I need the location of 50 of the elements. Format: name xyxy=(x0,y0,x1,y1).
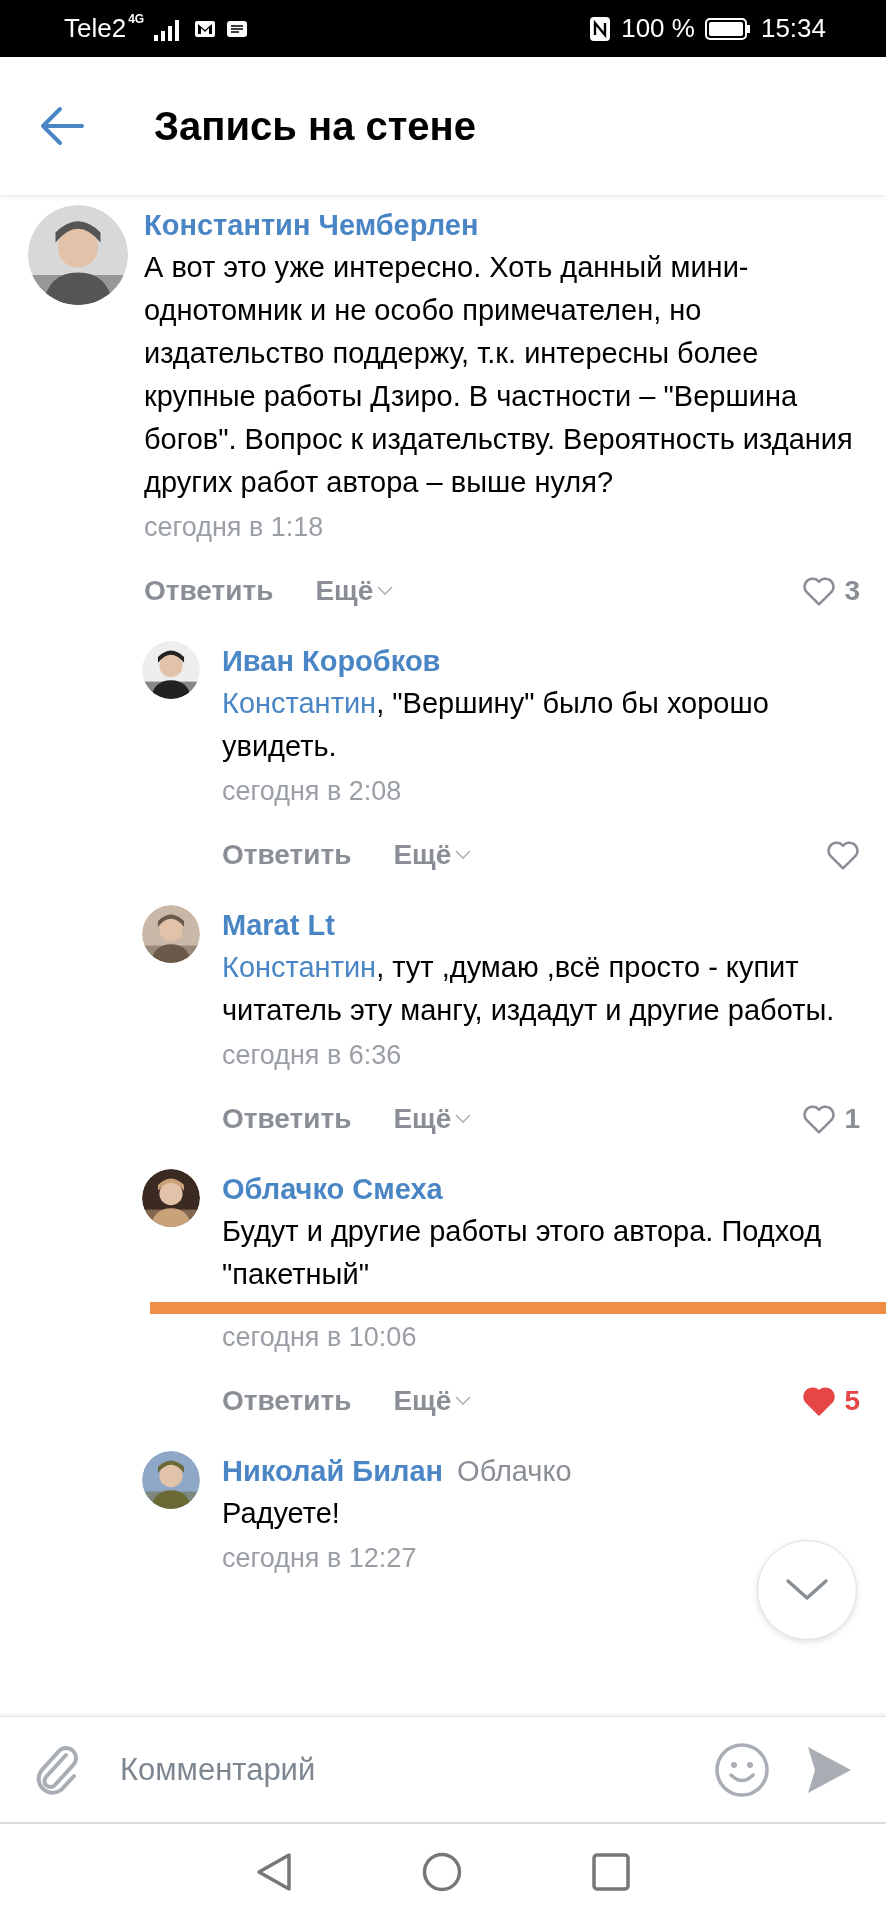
nfc-icon xyxy=(589,15,612,42)
battery-percent: 100 % xyxy=(621,13,695,44)
comment-time: сегодня в 6:36 xyxy=(222,1040,403,1071)
more-button[interactable]: Ещё xyxy=(393,1103,472,1135)
battery-icon xyxy=(704,17,751,40)
more-button[interactable]: Ещё xyxy=(315,575,394,607)
like-count: 3 xyxy=(844,575,860,607)
chevron-down-icon xyxy=(785,1578,829,1602)
mention-link[interactable]: Константин xyxy=(222,951,377,983)
reply-button[interactable]: Ответить xyxy=(222,1385,352,1417)
like-count: 1 xyxy=(844,1103,860,1135)
more-button[interactable]: Ещё xyxy=(393,1385,472,1417)
home-icon[interactable] xyxy=(422,1852,462,1892)
message-icon xyxy=(226,19,249,38)
reply-button[interactable]: Ответить xyxy=(222,839,352,871)
reply-to-name[interactable]: Облачко xyxy=(457,1455,572,1488)
more-button[interactable]: Ещё xyxy=(393,839,472,871)
comment-text: Константин, тут ,думаю ,всё просто - купит читатель эту мангу, издадут и другие работы. xyxy=(222,950,836,1028)
author-name[interactable]: Константин Чемберлен xyxy=(144,209,479,242)
comment-text: Будут и другие работы этого автора. Подход "пакетный" xyxy=(222,1214,823,1292)
mention-link[interactable]: Константин xyxy=(222,687,377,719)
comment-time: сегодня в 10:06 xyxy=(222,1322,418,1353)
chevron-down-icon xyxy=(455,1396,472,1406)
network-type: 4G xyxy=(128,12,145,26)
author-name[interactable]: Николай Билан xyxy=(222,1455,444,1488)
author-name[interactable]: Иван Коробков xyxy=(222,645,441,678)
carrier-name: Tele2 xyxy=(64,13,127,44)
back-arrow-icon[interactable] xyxy=(40,106,84,146)
smiley-icon[interactable] xyxy=(714,1741,770,1798)
chevron-down-icon xyxy=(455,1114,472,1124)
comment-time: сегодня в 2:08 xyxy=(222,776,403,807)
page-title: Запись на стене xyxy=(154,103,476,149)
comment-text: А вот это уже интересно. Хоть данный мини-однотомник и не особо примечателен, но издательство поддержу, т.к. интересны более крупные работы Дзиро. В частности – "Вершина богов". Вопрос к издательству. Вероятность издания других работ автора – выше нуля? xyxy=(144,250,854,500)
comment-text: Радуете! xyxy=(222,1496,341,1531)
comment-time: сегодня в 12:27 xyxy=(222,1543,418,1574)
comment-input[interactable]: Комментарий xyxy=(118,1750,678,1789)
like-count: 5 xyxy=(844,1385,860,1417)
send-icon[interactable] xyxy=(806,1744,852,1795)
author-name[interactable]: Marat Lt xyxy=(222,909,335,942)
recents-icon[interactable] xyxy=(592,1853,630,1891)
chevron-down-icon xyxy=(377,586,394,596)
reply-button[interactable]: Ответить xyxy=(144,575,274,607)
reply-button[interactable]: Ответить xyxy=(222,1103,352,1135)
comment-text: Константин, "Вершину" было бы хорошо увидеть. xyxy=(222,686,770,764)
mail-icon xyxy=(194,19,217,38)
back-icon[interactable] xyxy=(256,1852,292,1892)
comment-time: сегодня в 1:18 xyxy=(144,512,325,543)
clock: 15:34 xyxy=(760,13,826,44)
author-name[interactable]: Облачко Смеха xyxy=(222,1173,443,1206)
chevron-down-icon xyxy=(455,850,472,860)
